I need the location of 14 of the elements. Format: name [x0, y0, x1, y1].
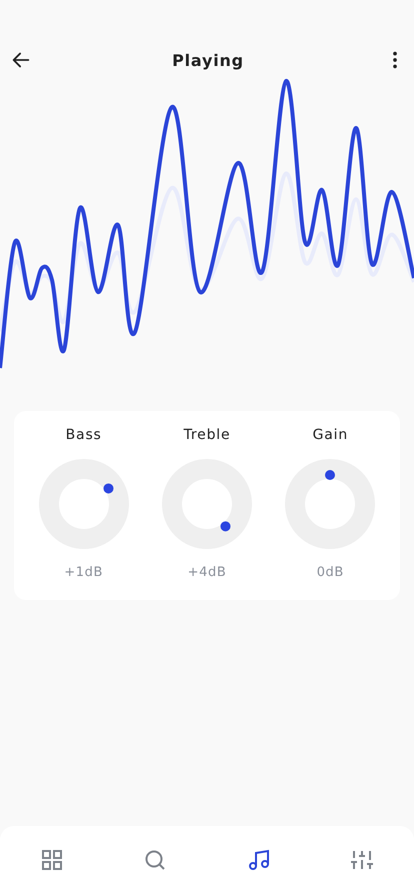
- sliders-icon[interactable]: [350, 848, 374, 872]
- knob-label: Bass: [66, 427, 102, 443]
- knob-value: +4dB: [188, 565, 226, 580]
- knob-indicator: [220, 521, 230, 532]
- knob-indicator: [325, 470, 336, 480]
- knob-value: 0dB: [316, 565, 344, 580]
- knob-value: +1dB: [64, 565, 104, 580]
- screen-title: Playing: [172, 50, 244, 70]
- music-note-icon[interactable]: [246, 848, 271, 872]
- knob-label: Treble: [184, 427, 230, 443]
- knob-indicator: [103, 483, 114, 494]
- knob-label: Gain: [312, 427, 348, 443]
- search-icon[interactable]: [143, 848, 168, 872]
- grid-icon[interactable]: [40, 848, 64, 872]
